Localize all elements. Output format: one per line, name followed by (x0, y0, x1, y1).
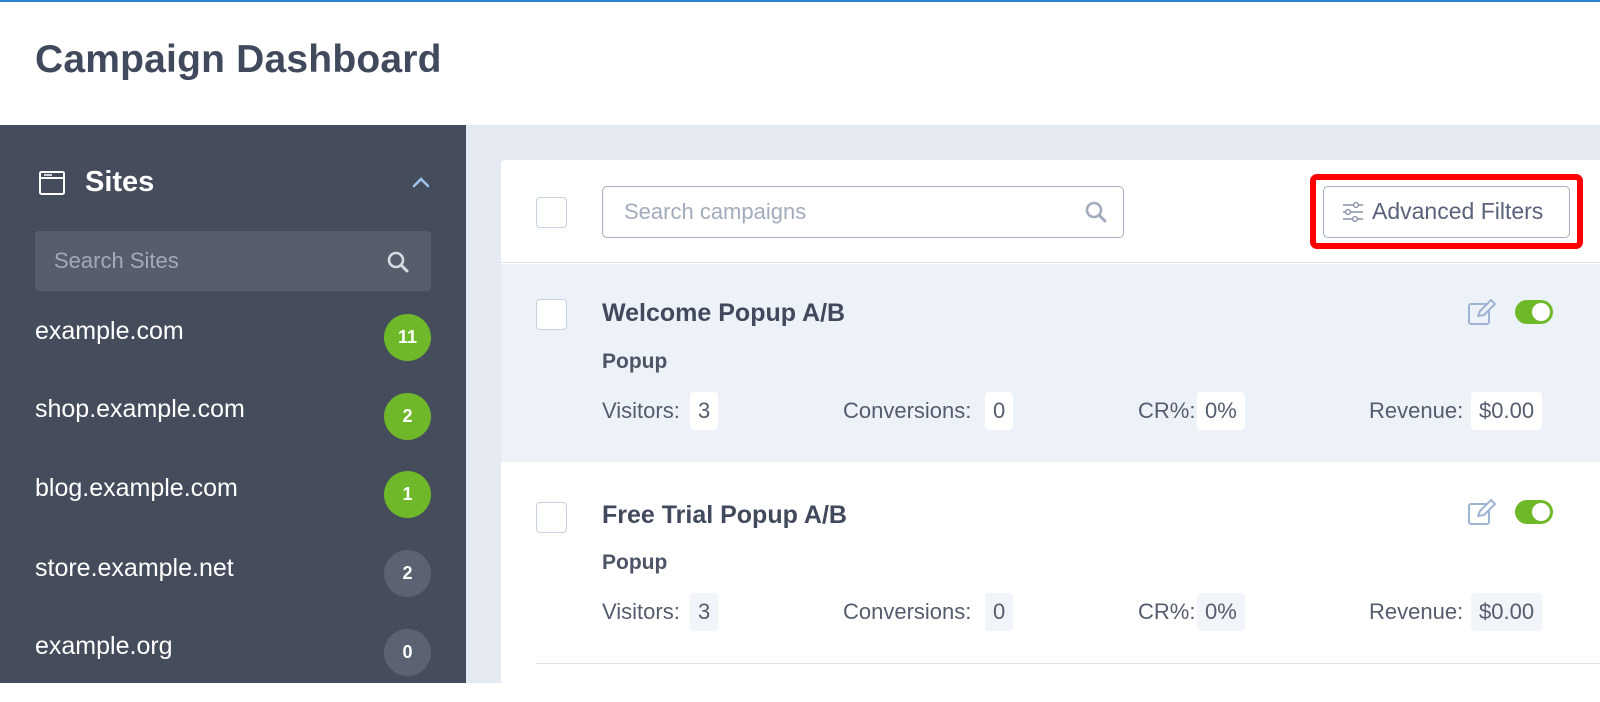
site-name: example.org (35, 632, 173, 660)
chevron-up-icon[interactable] (411, 175, 431, 189)
cr-label: CR%: (1138, 398, 1196, 423)
site-count-badge: 2 (384, 550, 431, 597)
sites-section-header[interactable]: Sites (35, 165, 431, 205)
site-count-badge: 1 (384, 471, 431, 518)
visitors-value: 3 (690, 392, 719, 430)
campaign-type: Popup (602, 551, 668, 574)
sliders-icon (1343, 201, 1363, 223)
site-name: example.com (35, 317, 184, 345)
sidebar-item-store-example-net[interactable]: store.example.net 2 (0, 550, 466, 624)
sites-sidebar: Sites example.com 11 shop.example.com 2 … (0, 125, 466, 683)
campaign-name[interactable]: Free Trial Popup A/B (602, 501, 847, 530)
search-sites-input[interactable] (35, 231, 431, 291)
campaign-list-card: Advanced Filters Welcome Popup A/B Popup… (501, 160, 1600, 683)
visitors-label: Visitors: (602, 599, 680, 624)
visitors-value: 3 (690, 593, 719, 631)
cr-label: CR%: (1138, 599, 1196, 624)
sidebar-item-example-com[interactable]: example.com 11 (0, 314, 466, 387)
site-name: blog.example.com (35, 474, 238, 502)
campaign-toolbar: Advanced Filters (501, 160, 1600, 263)
advanced-filters-label: Advanced Filters (1372, 198, 1544, 224)
revenue-value: $0.00 (1471, 593, 1543, 631)
edit-icon[interactable] (1467, 499, 1497, 527)
site-count-badge: 11 (384, 314, 431, 361)
site-count-badge: 2 (384, 393, 431, 440)
site-count-badge: 0 (384, 629, 431, 676)
page-header: Campaign Dashboard (0, 2, 1600, 125)
sidebar-item-blog-example-com[interactable]: blog.example.com 1 (0, 471, 466, 544)
campaign-type: Popup (602, 350, 668, 373)
campaign-row[interactable]: Free Trial Popup A/B Popup Visitors: 3 C… (501, 462, 1600, 664)
conversions-label: Conversions: (843, 599, 972, 624)
revenue-label: Revenue: (1369, 398, 1464, 423)
site-name: shop.example.com (35, 395, 245, 423)
cr-value: 0% (1197, 392, 1245, 430)
toggle-knob (1532, 303, 1550, 321)
conversions-label: Conversions: (843, 398, 972, 423)
campaign-name[interactable]: Welcome Popup A/B (602, 299, 845, 328)
sidebar-item-example-org[interactable]: example.org 0 (0, 629, 466, 702)
select-all-checkbox[interactable] (536, 197, 567, 228)
cr-value: 0% (1197, 593, 1245, 631)
search-icon[interactable] (386, 250, 410, 274)
edit-icon[interactable] (1467, 299, 1497, 327)
advanced-filters-button[interactable]: Advanced Filters (1323, 186, 1570, 238)
visitors-label: Visitors: (602, 398, 680, 423)
sidebar-item-shop-example-com[interactable]: shop.example.com 2 (0, 393, 466, 465)
row-checkbox[interactable] (536, 299, 567, 330)
sites-title: Sites (85, 166, 155, 198)
campaign-row[interactable]: Welcome Popup A/B Popup Visitors: 3 Conv… (501, 264, 1600, 462)
main-content: Advanced Filters Welcome Popup A/B Popup… (466, 125, 1600, 683)
search-campaigns-input[interactable] (602, 186, 1124, 238)
row-checkbox[interactable] (536, 502, 567, 533)
revenue-label: Revenue: (1369, 599, 1464, 624)
conversions-value: 0 (985, 593, 1014, 631)
revenue-value: $0.00 (1471, 392, 1543, 430)
campaign-enabled-toggle[interactable] (1515, 300, 1553, 324)
toggle-knob (1532, 503, 1550, 521)
search-icon[interactable] (1084, 200, 1108, 224)
site-name: store.example.net (35, 554, 234, 582)
conversions-value: 0 (985, 392, 1014, 430)
browser-window-icon (39, 171, 65, 195)
row-divider (536, 663, 1600, 664)
campaign-enabled-toggle[interactable] (1515, 500, 1553, 524)
page-title: Campaign Dashboard (35, 38, 442, 81)
